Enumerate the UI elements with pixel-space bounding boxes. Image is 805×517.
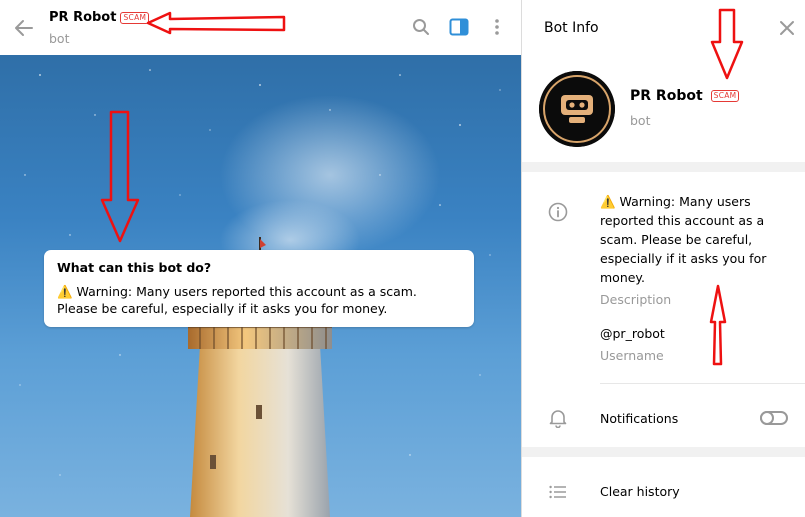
bell-icon <box>549 410 567 428</box>
notifications-label: Notifications <box>600 411 679 426</box>
section-separator-2 <box>522 447 805 457</box>
list-icon-wrap <box>547 481 569 503</box>
avatar[interactable] <box>539 71 615 147</box>
toggle-knob <box>760 411 774 425</box>
section-separator <box>522 162 805 172</box>
chat-title-text: PR Robot <box>49 10 117 25</box>
back-button[interactable] <box>12 17 36 39</box>
bot-description[interactable]: ⚠️ Warning: Many users reported this acc… <box>600 192 785 287</box>
chat-pane: PR Robot SCAM bot What can this bot do? … <box>0 0 521 517</box>
notifications-toggle[interactable] <box>760 411 788 425</box>
list-icon <box>549 485 566 499</box>
profile-name-text: PR Robot <box>630 88 703 104</box>
bot-card-text: ⚠️ Warning: Many users reported this acc… <box>57 284 417 316</box>
close-button[interactable] <box>778 19 796 37</box>
chat-subtitle: bot <box>49 31 70 46</box>
arrow-left-icon <box>15 20 33 36</box>
bot-description-card: What can this bot do? ⚠️ Warning: Many u… <box>44 250 474 327</box>
more-vertical-icon <box>495 19 499 35</box>
profile-scam-badge: SCAM <box>710 90 740 102</box>
close-icon <box>780 21 794 35</box>
bell-icon-wrap <box>547 407 569 429</box>
info-panel-title: Bot Info <box>544 20 599 36</box>
bot-card-title: What can this bot do? <box>57 260 212 275</box>
sidebar-toggle-icon <box>449 18 469 36</box>
scam-badge: SCAM <box>120 11 150 24</box>
search-button[interactable] <box>410 16 432 38</box>
chat-header: PR Robot SCAM bot <box>0 0 521 55</box>
clear-history-button[interactable]: Clear history <box>600 484 680 499</box>
robot-logo-icon <box>539 71 615 147</box>
sidebar-toggle-button[interactable] <box>448 16 470 38</box>
more-button[interactable] <box>486 16 508 38</box>
info-icon <box>548 202 568 222</box>
profile-name: PR Robot SCAM <box>630 88 740 104</box>
bot-username[interactable]: @pr_robot <box>600 326 665 341</box>
username-label: Username <box>600 348 664 363</box>
description-label: Description <box>600 292 672 307</box>
search-icon <box>413 19 429 35</box>
profile-subtitle: bot <box>630 113 651 128</box>
row-separator <box>600 383 805 384</box>
chat-title[interactable]: PR Robot SCAM <box>49 10 150 25</box>
info-icon-wrap <box>547 201 569 223</box>
bot-info-panel: Bot Info PR Robot SCAM bot ⚠️ Warning: M… <box>522 0 805 517</box>
